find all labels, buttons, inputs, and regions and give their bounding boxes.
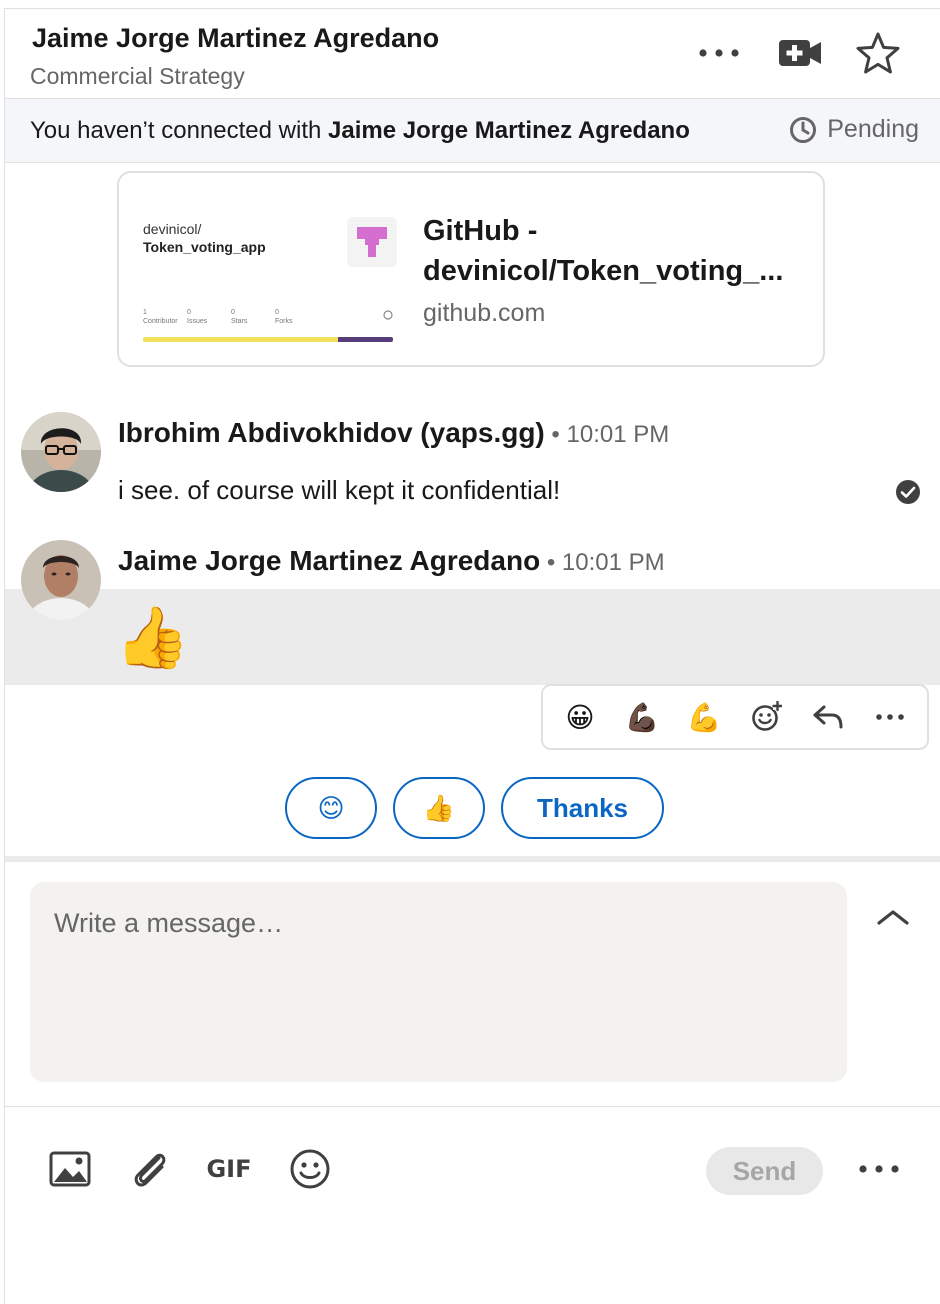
language-bar bbox=[143, 337, 393, 342]
repo-owner: devinicol/ bbox=[143, 221, 202, 237]
messaging-window: Jaime Jorge Martinez Agredano Commercial… bbox=[4, 8, 940, 1304]
avatar[interactable] bbox=[21, 540, 101, 620]
sender-name[interactable]: Jaime Jorge Martinez Agredano bbox=[118, 545, 540, 576]
contact-name[interactable]: Jaime Jorge Martinez Agredano bbox=[32, 23, 439, 54]
compose-divider bbox=[5, 856, 940, 862]
message-input[interactable] bbox=[54, 908, 814, 939]
message-timestamp: • 10:01 PM bbox=[540, 549, 665, 576]
attach-file-button[interactable] bbox=[125, 1145, 175, 1193]
link-preview-card[interactable]: devinicol/ Token_voting_app 1 Contributor… bbox=[117, 171, 825, 367]
sender-name[interactable]: Ibrohim Abdivokhidov (yaps.gg) bbox=[118, 417, 545, 448]
repo-stat: 0 Forks bbox=[275, 309, 293, 325]
suggested-reply-thanks[interactable]: Thanks bbox=[501, 777, 664, 839]
thumbs-up-message: 👍 bbox=[115, 604, 190, 671]
gif-button[interactable]: GIF bbox=[203, 1145, 255, 1193]
suggested-reply-thumbs-up[interactable]: 👍 bbox=[393, 777, 485, 839]
repo-name: Token_voting_app bbox=[143, 239, 266, 255]
repo-stat: 0 Issues bbox=[187, 309, 208, 325]
profile-photo-icon bbox=[21, 540, 101, 620]
message-timestamp: • 10:01 PM bbox=[544, 421, 670, 448]
conversation-header: Jaime Jorge Martinez Agredano Commercial… bbox=[5, 9, 940, 99]
star-button[interactable] bbox=[853, 29, 903, 77]
message-more-button[interactable] bbox=[866, 693, 914, 741]
link-title[interactable]: GitHub - devinicol/Token_voting_... bbox=[423, 211, 803, 291]
pending-label: Pending bbox=[827, 115, 919, 143]
github-logo-icon bbox=[351, 221, 393, 263]
star-icon bbox=[856, 32, 900, 74]
more-icon bbox=[699, 49, 739, 57]
more-options-button[interactable] bbox=[693, 35, 745, 71]
connection-banner: You haven’t connected with Jaime Jorge M… bbox=[5, 99, 940, 163]
site-logo bbox=[347, 217, 397, 267]
react-grinning-button[interactable]: 😀 bbox=[556, 693, 604, 741]
message-text: i see. of course will kept it confidenti… bbox=[118, 475, 561, 505]
repo-stat: 0 Stars bbox=[231, 309, 248, 325]
pending-status[interactable]: Pending bbox=[789, 115, 919, 144]
avatar[interactable] bbox=[21, 412, 101, 492]
image-icon bbox=[49, 1151, 91, 1187]
react-flexed-biceps-button[interactable]: 💪 bbox=[680, 693, 728, 741]
reply-button[interactable] bbox=[804, 693, 852, 741]
expand-compose-button[interactable] bbox=[871, 899, 915, 935]
banner-prefix: You haven’t connected with bbox=[30, 117, 328, 144]
add-reaction-icon bbox=[752, 701, 782, 731]
reaction-bar: 😀 💪🏿 💪 bbox=[541, 684, 929, 750]
repo-stats: 1 Contributor 0 Issues 0 Stars 0 Forks bbox=[143, 308, 393, 326]
chevron-up-icon bbox=[877, 910, 909, 925]
github-icon bbox=[383, 310, 393, 320]
more-icon bbox=[859, 1165, 899, 1173]
paperclip-icon bbox=[134, 1153, 166, 1187]
clock-icon bbox=[790, 116, 817, 143]
attach-image-button[interactable] bbox=[45, 1145, 95, 1193]
reply-icon bbox=[813, 705, 843, 729]
banner-contact-name: Jaime Jorge Martinez Agredano bbox=[328, 117, 690, 144]
repo-stat: 1 Contributor bbox=[143, 309, 178, 325]
emoji-button[interactable] bbox=[285, 1145, 335, 1193]
message-compose-box[interactable] bbox=[30, 882, 847, 1082]
emoji-icon bbox=[290, 1149, 330, 1189]
add-reaction-button[interactable] bbox=[742, 693, 790, 741]
react-flexed-biceps-dark-button[interactable]: 💪🏿 bbox=[618, 693, 666, 741]
suggested-reply-smile[interactable]: 😊 bbox=[285, 777, 377, 839]
contact-headline: Commercial Strategy bbox=[30, 63, 245, 89]
video-call-icon bbox=[779, 40, 821, 66]
more-icon bbox=[876, 714, 904, 720]
compose-more-button[interactable] bbox=[853, 1145, 905, 1193]
profile-photo-icon bbox=[21, 412, 101, 492]
read-receipt-icon bbox=[896, 480, 920, 504]
send-button[interactable]: Send bbox=[706, 1147, 823, 1195]
link-domain: github.com bbox=[423, 299, 546, 327]
video-call-button[interactable] bbox=[775, 33, 825, 73]
toolbar-divider bbox=[5, 1106, 940, 1107]
